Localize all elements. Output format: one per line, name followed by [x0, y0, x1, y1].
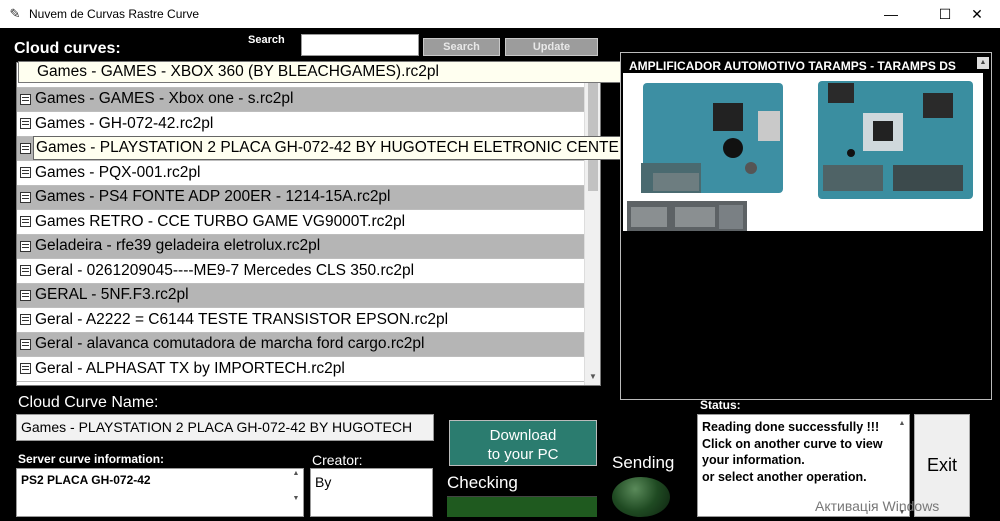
- download-button-line2: to your PC: [450, 445, 596, 464]
- curve-file-icon: [20, 143, 31, 154]
- server-info-text: PS2 PLACA GH-072-42: [21, 473, 151, 487]
- preview-scroll-up-icon[interactable]: ▲: [977, 57, 989, 69]
- status-line: or select another operation.: [702, 469, 891, 486]
- creator-label: Creator:: [312, 452, 363, 468]
- list-item[interactable]: Geral - alavanca comutadora de marcha fo…: [17, 333, 585, 358]
- search-input[interactable]: [301, 34, 419, 56]
- server-info-label: Server curve information:: [18, 452, 164, 466]
- list-item-label: Games - PQX-001.rc2pl: [35, 164, 200, 182]
- minimize-button[interactable]: —: [868, 0, 914, 28]
- list-item[interactable]: Geral - ALPHASAT TX by IMPORTECH.rc2pl: [17, 357, 585, 382]
- overlay-row-label: Games - GAMES - XBOX 360 (BY BLEACHGAMES…: [37, 63, 439, 80]
- list-item[interactable]: Geladeira - rfe39 geladeira eletrolux.rc…: [17, 235, 585, 260]
- list-item-label: Games - GAMES - Xbox one - s.rc2pl: [35, 90, 293, 108]
- cloud-curves-list[interactable]: Games - GAMES - XBOX 360 (BY BLEACHGAMES…: [16, 62, 601, 386]
- curve-file-icon: [20, 94, 31, 105]
- list-item[interactable]: Games - GH-072-42.rc2pl: [17, 112, 585, 137]
- list-item[interactable]: Games - PQX-001.rc2pl: [17, 161, 585, 186]
- row-tooltip: Games - PLAYSTATION 2 PLACA GH-072-42 BY…: [33, 136, 621, 160]
- curve-file-icon: [20, 339, 31, 350]
- status-line: Reading done successfully !!!: [702, 419, 891, 436]
- scroll-down-icon[interactable]: ▼: [290, 495, 302, 502]
- list-item-label: GERAL - 5NF.F3.rc2pl: [35, 286, 189, 304]
- creator-field[interactable]: By: [310, 468, 433, 517]
- sending-label: Sending: [612, 453, 674, 473]
- window-title: Nuvem de Curvas Rastre Curve: [29, 7, 199, 21]
- curve-file-icon: [20, 216, 31, 227]
- list-item-label: Geral - ALPHASAT TX by IMPORTECH.rc2pl: [35, 360, 345, 378]
- download-button[interactable]: Download to your PC: [449, 420, 597, 466]
- list-item[interactable]: Geral - 0261209045----ME9-7 Mercedes CLS…: [17, 259, 585, 284]
- preview-title: AMPLIFICADOR AUTOMOTIVO TARAMPS - TARAMP…: [629, 59, 974, 73]
- search-button[interactable]: Search: [423, 38, 500, 56]
- list-item[interactable]: GERAL - 5NF.F3.rc2pl: [17, 284, 585, 309]
- server-info-scrollbar[interactable]: ▲▼: [290, 470, 302, 515]
- curve-file-icon: [20, 290, 31, 301]
- scroll-up-icon[interactable]: ▲: [290, 470, 302, 477]
- curve-file-icon: [20, 363, 31, 374]
- list-item[interactable]: Games RETRO - CCE TURBO GAME VG9000T.rc2…: [17, 210, 585, 235]
- cloud-curve-name-label: Cloud Curve Name:: [18, 394, 159, 412]
- curve-file-icon: [20, 192, 31, 203]
- list-item-label: Geral - 0261209045----ME9-7 Mercedes CLS…: [35, 262, 414, 280]
- list-item-label: Games RETRO - CCE TURBO GAME VG9000T.rc2…: [35, 213, 405, 231]
- titlebar: ✎ Nuvem de Curvas Rastre Curve — ☐ ✕: [0, 0, 1000, 28]
- curve-preview: AMPLIFICADOR AUTOMOTIVO TARAMPS - TARAMP…: [620, 52, 992, 400]
- server-info-field[interactable]: PS2 PLACA GH-072-42 ▲▼: [16, 468, 304, 517]
- curve-file-icon: [20, 167, 31, 178]
- checking-label: Checking: [447, 473, 518, 493]
- list-item[interactable]: Geral - A2222 = C6144 TESTE TRANSISTOR E…: [17, 308, 585, 333]
- list-item-label: Geladeira - rfe39 geladeira eletrolux.rc…: [35, 237, 320, 255]
- list-row-tooltip-overlay: Games - GAMES - XBOX 360 (BY BLEACHGAMES…: [18, 61, 626, 83]
- curve-file-icon: [20, 241, 31, 252]
- status-line: Click on another curve to view your info…: [702, 436, 891, 469]
- main-panel: Cloud curves: Search Search Update Games…: [0, 28, 1000, 517]
- status-label: Status:: [700, 398, 741, 412]
- download-button-line1: Download: [450, 426, 596, 445]
- scroll-down-icon[interactable]: ▼: [585, 369, 601, 385]
- circuit-board-photo: [623, 73, 983, 231]
- cloud-curve-name-field[interactable]: Games - PLAYSTATION 2 PLACA GH-072-42 BY…: [16, 414, 434, 441]
- update-button[interactable]: Update: [505, 38, 598, 56]
- windows-activation-watermark: Активація Windows: [815, 498, 939, 514]
- list-item-label: Games - PS4 FONTE ADP 200ER - 1214-15A.r…: [35, 188, 391, 206]
- list-item[interactable]: Games - GAMES - Xbox one - s.rc2pl: [17, 88, 585, 113]
- curve-file-icon: [20, 265, 31, 276]
- list-item-label: Games - GH-072-42.rc2pl: [35, 115, 213, 133]
- close-button[interactable]: ✕: [954, 0, 1000, 28]
- curve-file-icon: [20, 314, 31, 325]
- list-scrollbar[interactable]: ▲ ▼: [584, 63, 600, 385]
- progress-fill: [447, 497, 597, 517]
- list-item[interactable]: Games - PS4 FONTE ADP 200ER - 1214-15A.r…: [17, 186, 585, 211]
- app-icon: ✎: [7, 6, 23, 22]
- scroll-up-icon[interactable]: ▲: [896, 416, 908, 433]
- curve-file-icon: [20, 118, 31, 129]
- list-item-label: Geral - A2222 = C6144 TESTE TRANSISTOR E…: [35, 311, 448, 329]
- checking-progress-bar: [447, 496, 597, 517]
- cloud-curves-label: Cloud curves:: [14, 40, 121, 58]
- list-item-label: Geral - alavanca comutadora de marcha fo…: [35, 335, 424, 353]
- sending-indicator-led: [612, 477, 670, 517]
- search-label: Search: [248, 34, 285, 46]
